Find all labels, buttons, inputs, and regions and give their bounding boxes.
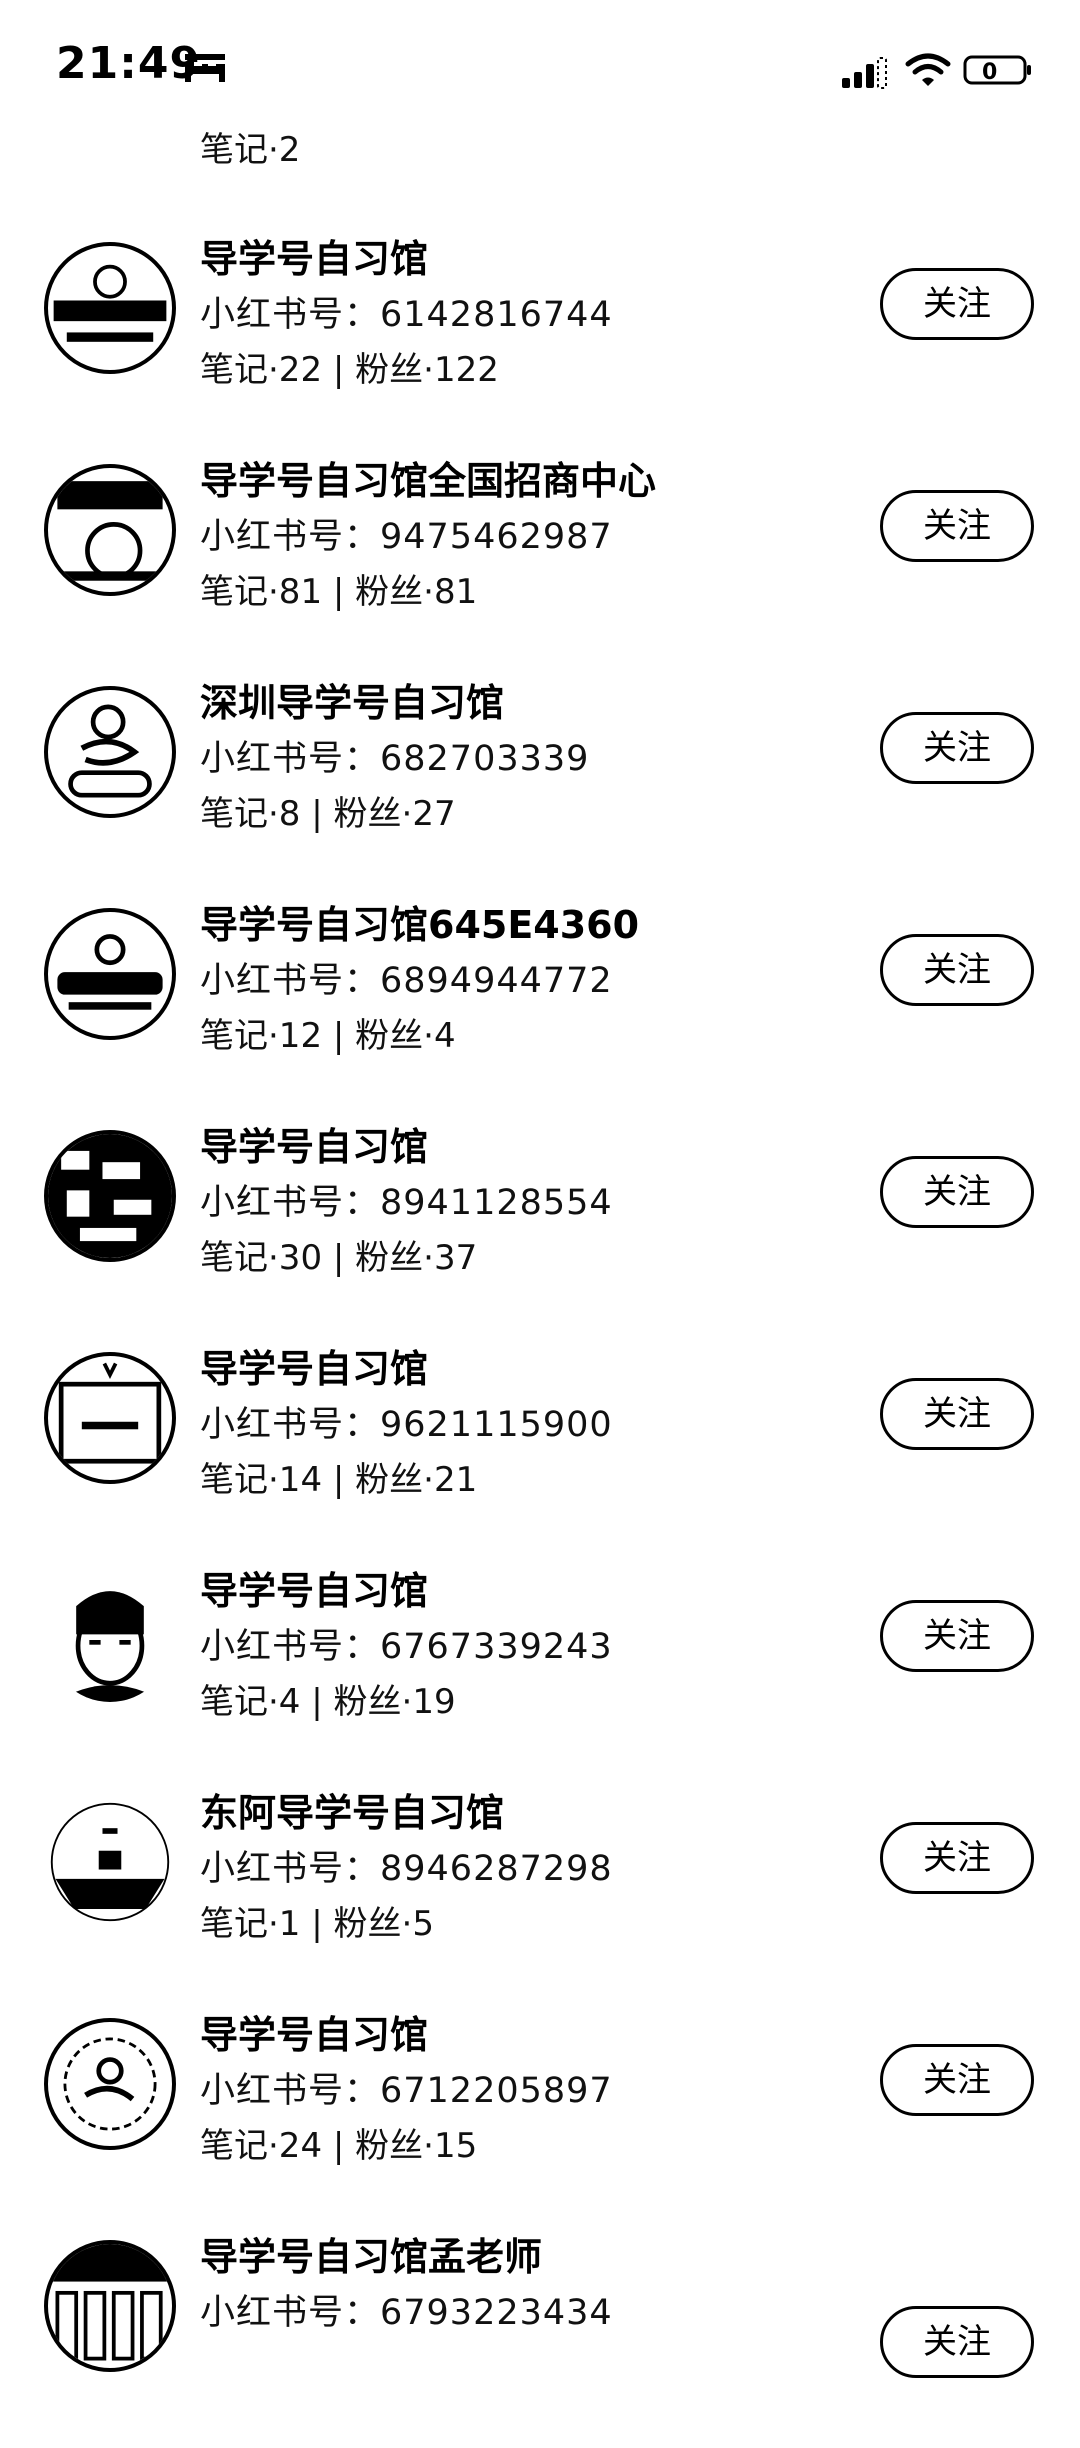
- battery-level: 0: [982, 60, 997, 85]
- follow-button[interactable]: 关注: [880, 1156, 1034, 1228]
- user-avatar[interactable]: [44, 1574, 176, 1706]
- user-red-id: 小红书号：8946287298: [200, 1849, 613, 1889]
- user-red-id: 小红书号：6142816744: [200, 295, 613, 335]
- user-row[interactable]: 导学号自习馆全国招商中心 小红书号：9475462987 笔记·81 | 粉丝·…: [0, 450, 1080, 672]
- user-row[interactable]: 导学号自习馆645E4360 小红书号：6894944772 笔记·12 | 粉…: [0, 894, 1080, 1116]
- follow-button[interactable]: 关注: [880, 1600, 1034, 1672]
- user-stats: 笔记·12 | 粉丝·4: [200, 1016, 456, 1056]
- user-name: 导学号自习馆: [200, 2013, 429, 2057]
- user-avatar[interactable]: [44, 464, 176, 596]
- partial-item-stats: 笔记·2: [200, 130, 301, 170]
- follow-button[interactable]: 关注: [880, 490, 1034, 562]
- user-red-id: 小红书号：6767339243: [200, 1627, 613, 1667]
- user-name: 东阿导学号自习馆: [200, 1791, 505, 1835]
- user-row[interactable]: 东阿导学号自习馆 小红书号：8946287298 笔记·1 | 粉丝·5 关注: [0, 1782, 1080, 2004]
- user-row[interactable]: 导学号自习馆 小红书号：6767339243 笔记·4 | 粉丝·19 关注: [0, 1560, 1080, 1782]
- user-name: 导学号自习馆645E4360: [200, 903, 640, 947]
- status-time: 21:49: [56, 38, 202, 89]
- user-avatar[interactable]: [44, 2018, 176, 2150]
- user-red-id: 小红书号：9621115900: [200, 1405, 613, 1445]
- follow-button[interactable]: 关注: [880, 1378, 1034, 1450]
- user-red-id: 小红书号：6894944772: [200, 961, 613, 1001]
- user-name: 导学号自习馆: [200, 1569, 429, 1613]
- wifi-icon: [905, 53, 951, 86]
- user-row[interactable]: 导学号自习馆孟老师 小红书号：6793223434 关注: [0, 2226, 1080, 2448]
- follow-button[interactable]: 关注: [880, 268, 1034, 340]
- user-stats: 笔记·14 | 粉丝·21: [200, 1460, 478, 1500]
- follow-button[interactable]: 关注: [880, 2306, 1034, 2378]
- user-row[interactable]: 导学号自习馆 小红书号：6142816744 笔记·22 | 粉丝·122 关注: [0, 228, 1080, 450]
- sleep-mode-icon: [185, 54, 225, 82]
- user-avatar[interactable]: [44, 2240, 176, 2372]
- user-red-id: 小红书号：9475462987: [200, 517, 613, 557]
- user-row[interactable]: 深圳导学号自习馆 小红书号：682703339 笔记·8 | 粉丝·27 关注: [0, 672, 1080, 894]
- user-row[interactable]: 导学号自习馆 小红书号：6712205897 笔记·24 | 粉丝·15 关注: [0, 2004, 1080, 2226]
- user-name: 导学号自习馆全国招商中心: [200, 459, 657, 503]
- user-avatar[interactable]: [44, 1796, 176, 1928]
- user-name: 导学号自习馆: [200, 237, 429, 281]
- user-avatar[interactable]: [44, 1130, 176, 1262]
- user-stats: 笔记·4 | 粉丝·19: [200, 1682, 456, 1722]
- user-name: 导学号自习馆: [200, 1125, 429, 1169]
- user-row[interactable]: 导学号自习馆 小红书号：9621115900 笔记·14 | 粉丝·21 关注: [0, 1338, 1080, 1560]
- user-avatar[interactable]: [44, 242, 176, 374]
- follow-button[interactable]: 关注: [880, 1822, 1034, 1894]
- user-stats: 笔记·30 | 粉丝·37: [200, 1238, 478, 1278]
- user-avatar[interactable]: [44, 1352, 176, 1484]
- signal-icon: [842, 57, 887, 89]
- user-avatar[interactable]: [44, 908, 176, 1040]
- user-name: 导学号自习馆: [200, 1347, 429, 1391]
- user-name: 导学号自习馆孟老师: [200, 2235, 543, 2279]
- user-stats: 笔记·24 | 粉丝·15: [200, 2126, 478, 2166]
- user-stats: 笔记·22 | 粉丝·122: [200, 350, 499, 390]
- user-stats: 笔记·81 | 粉丝·81: [200, 572, 478, 612]
- user-name: 深圳导学号自习馆: [200, 681, 505, 725]
- user-stats: 笔记·8 | 粉丝·27: [200, 794, 456, 834]
- battery-icon: 0: [963, 55, 1031, 85]
- user-avatar[interactable]: [44, 686, 176, 818]
- user-red-id: 小红书号：682703339: [200, 739, 590, 779]
- user-stats: 笔记·1 | 粉丝·5: [200, 1904, 434, 1944]
- user-row[interactable]: 导学号自习馆 小红书号：8941128554 笔记·30 | 粉丝·37 关注: [0, 1116, 1080, 1338]
- user-red-id: 小红书号：8941128554: [200, 1183, 613, 1223]
- follow-button[interactable]: 关注: [880, 2044, 1034, 2116]
- follow-button[interactable]: 关注: [880, 934, 1034, 1006]
- status-bar: 21:49 0: [0, 0, 1080, 130]
- user-red-id: 小红书号：6712205897: [200, 2071, 613, 2111]
- follow-button[interactable]: 关注: [880, 712, 1034, 784]
- user-red-id: 小红书号：6793223434: [200, 2293, 613, 2333]
